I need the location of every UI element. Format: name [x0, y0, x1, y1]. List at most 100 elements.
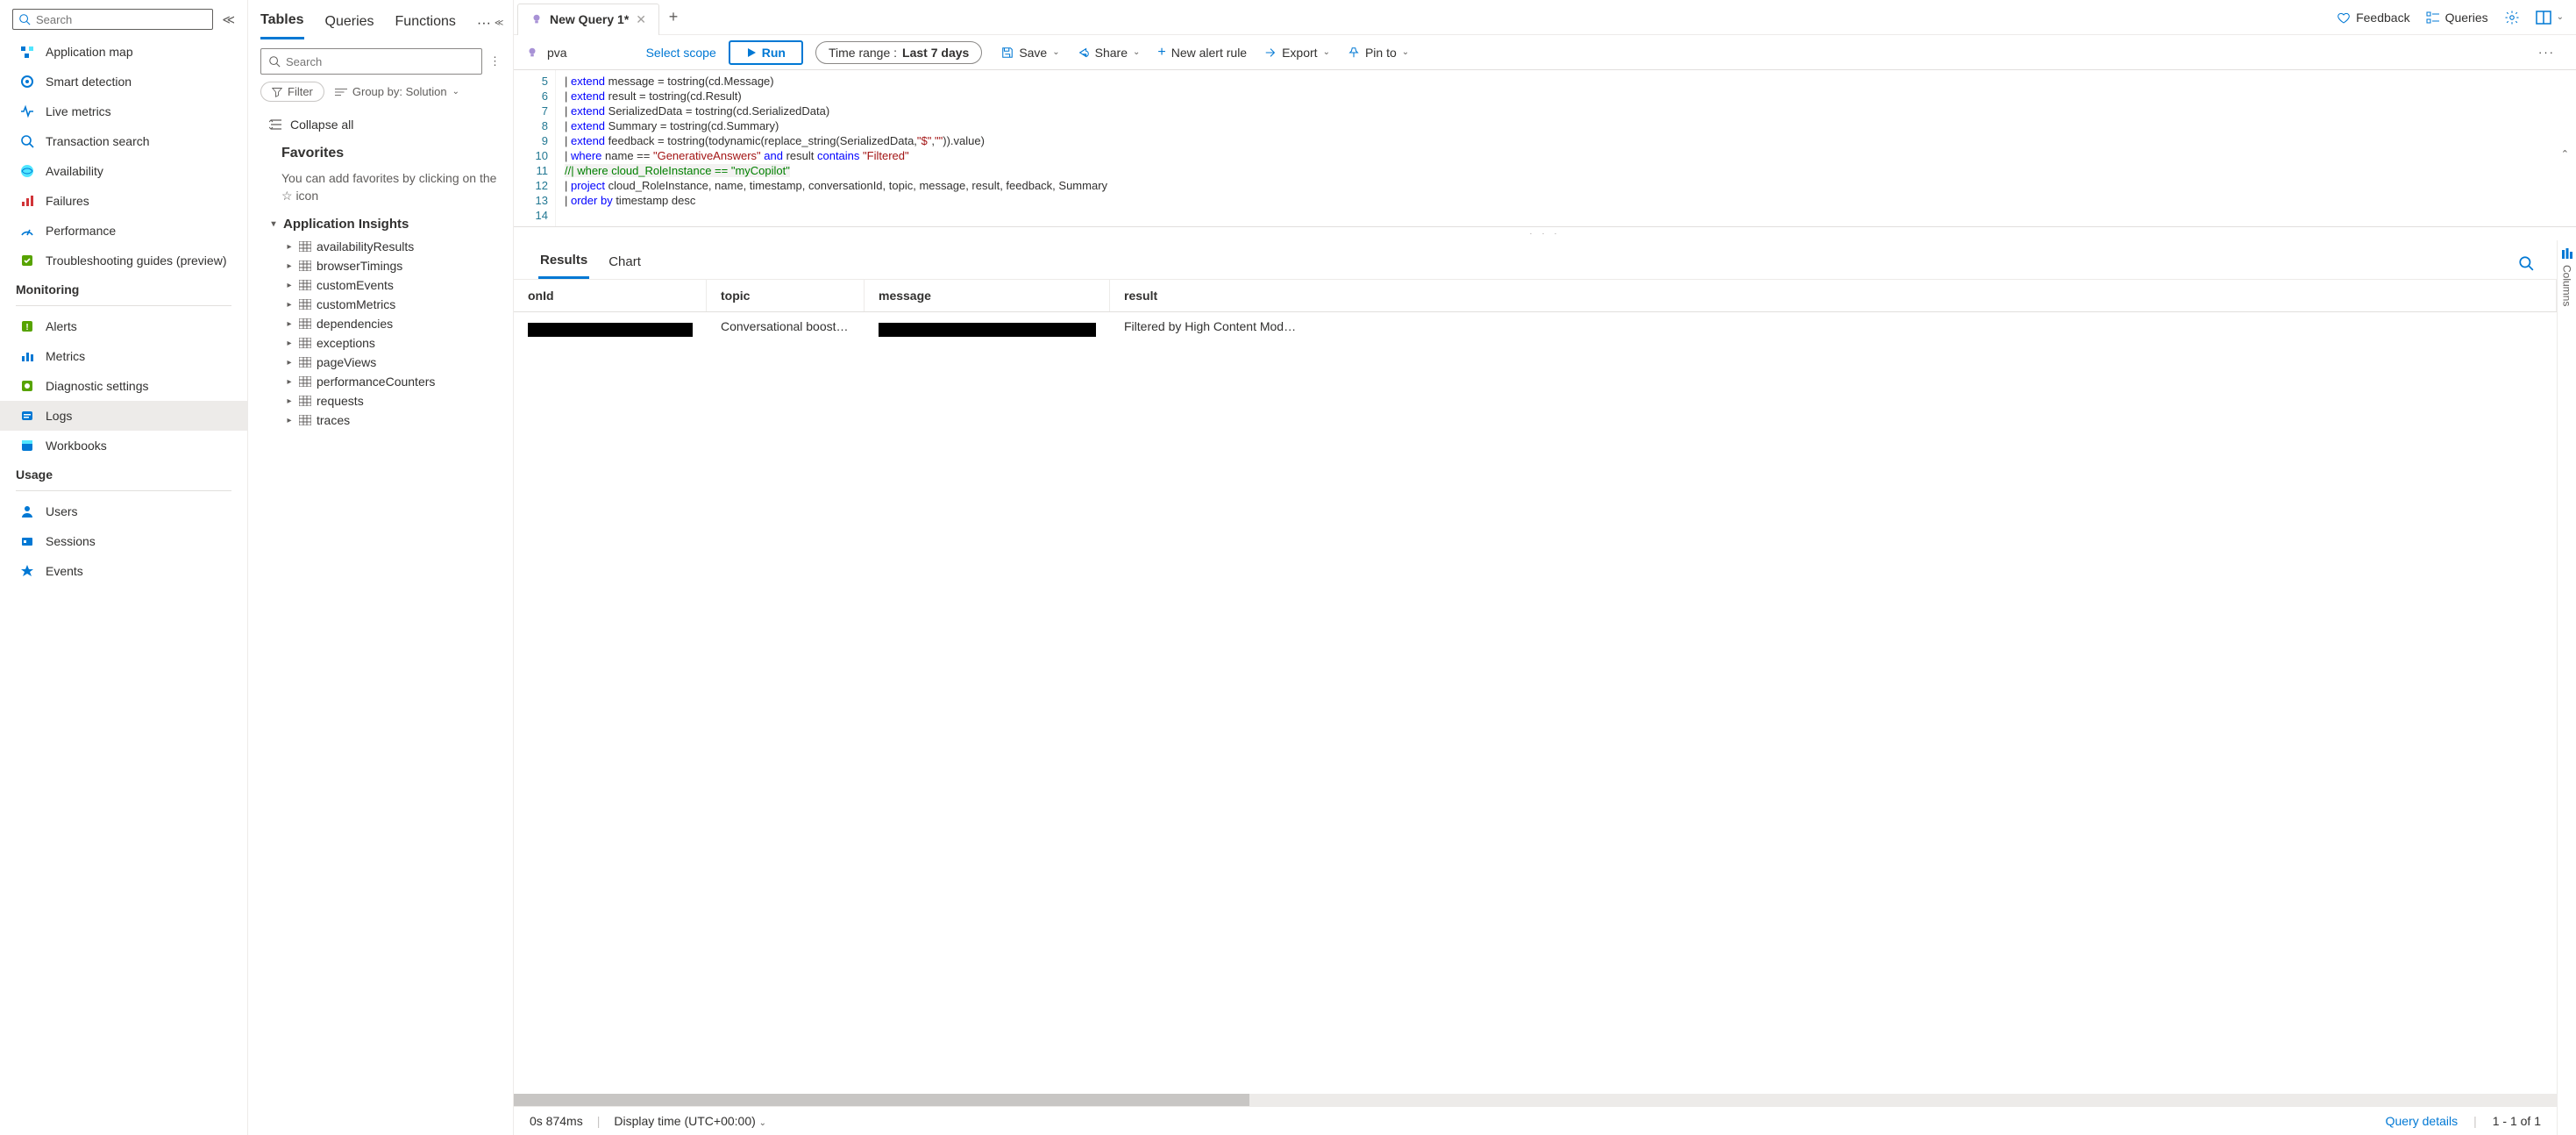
save-label: Save: [1019, 46, 1047, 60]
sidebar-item-label: Metrics: [46, 349, 85, 363]
filter-label: Filter: [288, 85, 313, 98]
schema-table[interactable]: ▸traces: [248, 410, 513, 430]
time-range-value: Last 7 days: [902, 46, 969, 60]
col-onid[interactable]: onId: [514, 280, 707, 311]
schema-more[interactable]: ··· ≪: [477, 16, 503, 32]
results-header: onId topic message result: [514, 280, 2557, 312]
tab-functions[interactable]: Functions: [395, 9, 456, 39]
close-tab-icon[interactable]: ✕: [636, 12, 646, 27]
sidebar-item[interactable]: Troubleshooting guides (preview): [0, 246, 247, 275]
sidebar-item[interactable]: Live metrics: [0, 96, 247, 126]
nav-icon: [19, 563, 35, 579]
sidebar-search-input[interactable]: [36, 13, 207, 26]
sidebar-item[interactable]: Performance: [0, 216, 247, 246]
panel-icon[interactable]: ⌄: [2536, 11, 2564, 25]
paging-info: 1 - 1 of 1: [2493, 1114, 2541, 1128]
schema-table[interactable]: ▸customEvents: [248, 275, 513, 295]
group-by-dropdown[interactable]: Group by: Solution ⌄: [335, 85, 459, 98]
export-button[interactable]: Export⌄: [1264, 46, 1330, 60]
schema-table[interactable]: ▸dependencies: [248, 314, 513, 333]
results-tab[interactable]: Results: [538, 247, 589, 279]
nav-icon: [19, 438, 35, 453]
schema-search-more[interactable]: ⋮: [489, 54, 501, 68]
col-result[interactable]: result: [1110, 280, 2557, 311]
tab-queries[interactable]: Queries: [325, 9, 374, 39]
share-button[interactable]: Share⌄: [1078, 46, 1141, 60]
query-editor[interactable]: 567891011121314 | extend message = tostr…: [514, 70, 2576, 227]
favorites-title: Favorites: [248, 140, 513, 167]
table-row[interactable]: Conversational boosting Filtered by High…: [514, 312, 2557, 344]
schema-table[interactable]: ▸exceptions: [248, 333, 513, 353]
display-time-dropdown[interactable]: Display time (UTC+00:00) ⌄: [614, 1114, 766, 1128]
schema-table[interactable]: ▸customMetrics: [248, 295, 513, 314]
nav-icon: [19, 193, 35, 209]
schema-table-name: availabilityResults: [317, 239, 414, 253]
sidebar-item[interactable]: Failures: [0, 186, 247, 216]
queries-button[interactable]: Queries: [2426, 11, 2488, 25]
schema-table-name: exceptions: [317, 336, 375, 350]
time-range-label: Time range :: [829, 46, 897, 60]
nav-icon: [19, 533, 35, 549]
sidebar-search[interactable]: [12, 9, 213, 30]
sidebar-item[interactable]: Users: [0, 496, 247, 526]
table-icon: [299, 240, 311, 253]
sidebar-item[interactable]: Diagnostic settings: [0, 371, 247, 401]
filter-button[interactable]: Filter: [260, 82, 324, 102]
collapse-all-label: Collapse all: [290, 118, 353, 132]
sidebar-item[interactable]: !Alerts: [0, 311, 247, 341]
run-button[interactable]: Run: [729, 40, 803, 65]
editor-collapse-icon[interactable]: ⌃: [2561, 148, 2569, 160]
schema-table[interactable]: ▸requests: [248, 391, 513, 410]
sidebar-item[interactable]: Transaction search: [0, 126, 247, 156]
redacted-value: [528, 323, 693, 337]
time-range-picker[interactable]: Time range : Last 7 days: [815, 41, 982, 64]
schema-table[interactable]: ▸availabilityResults: [248, 237, 513, 256]
code-area[interactable]: | extend message = tostring(cd.Message)|…: [556, 70, 2576, 226]
display-time-label: Display time (UTC+00:00): [614, 1114, 755, 1128]
chart-tab[interactable]: Chart: [607, 249, 643, 278]
scope-name: pva: [547, 46, 567, 60]
schema-search-input[interactable]: [286, 55, 474, 68]
nav-icon: [19, 223, 35, 239]
schema-search[interactable]: [260, 48, 482, 75]
schema-table[interactable]: ▸browserTimings: [248, 256, 513, 275]
sidebar-item[interactable]: Workbooks: [0, 431, 247, 460]
pin-label: Pin to: [1365, 46, 1397, 60]
sidebar-item[interactable]: Smart detection: [0, 67, 247, 96]
select-scope-button[interactable]: Select scope: [646, 46, 716, 60]
run-label: Run: [762, 46, 786, 60]
table-icon: [299, 395, 311, 407]
query-details-link[interactable]: Query details: [2386, 1114, 2458, 1128]
splitter-handle[interactable]: · · ·: [514, 227, 2576, 240]
schema-table[interactable]: ▸pageViews: [248, 353, 513, 372]
sidebar-item[interactable]: Events: [0, 556, 247, 586]
query-tab[interactable]: New Query 1* ✕: [517, 4, 659, 35]
sidebar-item[interactable]: Application map: [0, 37, 247, 67]
col-message[interactable]: message: [865, 280, 1110, 311]
chevron-down-icon: ⌄: [759, 1118, 766, 1128]
settings-icon[interactable]: [2504, 10, 2520, 25]
tab-tables[interactable]: Tables: [260, 7, 304, 39]
pin-button[interactable]: Pin to⌄: [1348, 46, 1409, 60]
collapse-sidebar-icon[interactable]: ≪: [222, 12, 235, 27]
collapse-all-button[interactable]: Collapse all: [248, 111, 513, 140]
schema-table-name: customMetrics: [317, 297, 395, 311]
sidebar-item[interactable]: Availability: [0, 156, 247, 186]
feedback-button[interactable]: Feedback: [2337, 11, 2409, 25]
col-topic[interactable]: topic: [707, 280, 865, 311]
sidebar-item-label: Transaction search: [46, 134, 150, 148]
columns-rail[interactable]: Columns: [2557, 240, 2576, 1135]
schema-table[interactable]: ▸performanceCounters: [248, 372, 513, 391]
toolbar-more[interactable]: ···: [2538, 46, 2555, 59]
horizontal-scrollbar[interactable]: [514, 1094, 2557, 1106]
sidebar-item[interactable]: Sessions: [0, 526, 247, 556]
schema-group[interactable]: ▾ Application Insights: [248, 211, 513, 237]
table-icon: [299, 414, 311, 426]
sidebar-item[interactable]: Logs: [0, 401, 247, 431]
add-tab-button[interactable]: +: [659, 8, 687, 26]
new-alert-button[interactable]: + New alert rule: [1157, 45, 1247, 61]
schema-table-name: dependencies: [317, 317, 393, 331]
save-button[interactable]: Save⌄: [1001, 46, 1059, 60]
results-search-icon[interactable]: [2518, 255, 2541, 271]
sidebar-item[interactable]: Metrics: [0, 341, 247, 371]
